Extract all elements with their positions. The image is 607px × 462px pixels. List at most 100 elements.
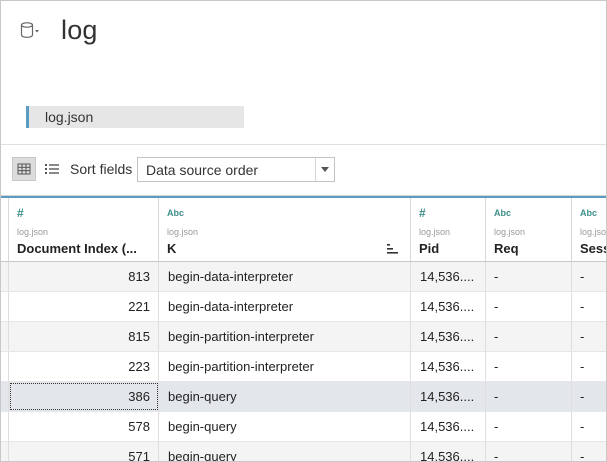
- column-header-req[interactable]: Abc log.json Req: [486, 198, 572, 261]
- cell-pid[interactable]: 14,536....: [411, 262, 486, 291]
- cell-value: 14,536....: [420, 389, 475, 404]
- cell-pid[interactable]: 14,536....: [411, 382, 486, 411]
- cell-value: 221: [128, 299, 150, 314]
- cell-document-index[interactable]: 386: [9, 382, 159, 411]
- column-source: log.json: [419, 227, 451, 237]
- column-header-k[interactable]: Abc log.json K: [159, 198, 411, 261]
- data-source-window: log log.json Sort fields Data source ord…: [0, 0, 607, 462]
- string-type-icon[interactable]: Abc: [580, 208, 597, 218]
- cell-sess[interactable]: -: [572, 352, 606, 381]
- cell-pid[interactable]: 14,536....: [411, 322, 486, 351]
- cell-value: -: [494, 299, 499, 314]
- row-stub: [1, 292, 9, 321]
- table-row[interactable]: 813 begin-data-interpreter 14,536.... - -: [1, 262, 606, 292]
- table-row[interactable]: 571 begin-query 14,536.... - -: [1, 442, 606, 461]
- cell-value: -: [580, 269, 585, 284]
- cell-value: 14,536....: [420, 299, 475, 314]
- cell-value: 815: [128, 329, 150, 344]
- cell-document-index[interactable]: 815: [9, 322, 159, 351]
- string-type-icon[interactable]: Abc: [494, 208, 511, 218]
- cell-value: begin-partition-interpreter: [168, 359, 314, 374]
- sort-ascending-icon[interactable]: [387, 242, 399, 254]
- cell-k[interactable]: begin-partition-interpreter: [159, 322, 411, 351]
- cell-pid[interactable]: 14,536....: [411, 352, 486, 381]
- row-stub: [1, 412, 9, 441]
- table-row[interactable]: 815 begin-partition-interpreter 14,536....…: [1, 322, 606, 352]
- cell-document-index[interactable]: 578: [9, 412, 159, 441]
- column-source: log.json: [494, 227, 526, 237]
- cell-sess[interactable]: -: [572, 292, 606, 321]
- cell-value: begin-partition-interpreter: [168, 329, 314, 344]
- chevron-down-icon[interactable]: [315, 158, 334, 181]
- cell-value: begin-query: [168, 449, 237, 461]
- column-source: log.json: [17, 227, 49, 237]
- column-header-document-index[interactable]: # log.json Document Index (...: [9, 198, 159, 261]
- cell-pid[interactable]: 14,536....: [411, 412, 486, 441]
- table-row[interactable]: 221 begin-data-interpreter 14,536.... - -: [1, 292, 606, 322]
- cell-req[interactable]: -: [486, 262, 572, 291]
- cell-document-index[interactable]: 223: [9, 352, 159, 381]
- cell-req[interactable]: -: [486, 352, 572, 381]
- cell-value: -: [494, 359, 499, 374]
- cell-k[interactable]: begin-data-interpreter: [159, 262, 411, 291]
- cell-pid[interactable]: 14,536....: [411, 442, 486, 461]
- column-name: Pid: [419, 241, 440, 256]
- cell-value: 386: [128, 389, 150, 404]
- column-header-sess[interactable]: Abc log.json Sess: [572, 198, 606, 261]
- cell-k[interactable]: begin-data-interpreter: [159, 292, 411, 321]
- cell-value: begin-query: [168, 419, 237, 434]
- cell-value: begin-query: [168, 389, 237, 404]
- cell-value: 14,536....: [420, 269, 475, 284]
- column-name: Sess: [580, 241, 606, 256]
- table-row[interactable]: 223 begin-partition-interpreter 14,536....…: [1, 352, 606, 382]
- data-grid: # log.json Document Index (... Abc log.j…: [1, 196, 606, 461]
- cell-value: -: [580, 299, 585, 314]
- cell-value: -: [494, 269, 499, 284]
- cell-value: 14,536....: [420, 329, 475, 344]
- cell-document-index[interactable]: 571: [9, 442, 159, 461]
- cell-k[interactable]: begin-query: [159, 412, 411, 441]
- cell-value: 14,536....: [420, 359, 475, 374]
- cell-req[interactable]: -: [486, 322, 572, 351]
- cell-k[interactable]: begin-partition-interpreter: [159, 352, 411, 381]
- cell-req[interactable]: -: [486, 442, 572, 461]
- cell-document-index[interactable]: 813: [9, 262, 159, 291]
- database-icon[interactable]: [20, 21, 42, 41]
- number-type-icon[interactable]: #: [17, 206, 24, 220]
- cell-value: -: [494, 389, 499, 404]
- grid-view-icon[interactable]: [12, 157, 36, 181]
- table-row[interactable]: 386 begin-query 14,536.... - -: [1, 382, 606, 412]
- cell-sess[interactable]: -: [572, 382, 606, 411]
- list-view-icon[interactable]: [42, 158, 64, 180]
- cell-pid[interactable]: 14,536....: [411, 292, 486, 321]
- page-title: log: [61, 15, 98, 45]
- cell-sess[interactable]: -: [572, 262, 606, 291]
- column-header-pid[interactable]: # log.json Pid: [411, 198, 486, 261]
- string-type-icon[interactable]: Abc: [167, 208, 184, 218]
- header-stub: [1, 198, 9, 261]
- cell-document-index[interactable]: 221: [9, 292, 159, 321]
- cell-k[interactable]: begin-query: [159, 442, 411, 461]
- connection-item[interactable]: log.json: [26, 106, 244, 128]
- cell-sess[interactable]: -: [572, 412, 606, 441]
- cell-value: -: [580, 419, 585, 434]
- sort-fields-dropdown[interactable]: Data source order: [137, 157, 335, 182]
- cell-k[interactable]: begin-query: [159, 382, 411, 411]
- cell-value: begin-data-interpreter: [168, 299, 294, 314]
- cell-sess[interactable]: -: [572, 322, 606, 351]
- cell-req[interactable]: -: [486, 412, 572, 441]
- row-stub: [1, 262, 9, 291]
- column-name: Req: [494, 241, 519, 256]
- grid-header: # log.json Document Index (... Abc log.j…: [1, 196, 606, 262]
- toolbar: Sort fields Data source order: [1, 144, 606, 196]
- table-row[interactable]: 578 begin-query 14,536.... - -: [1, 412, 606, 442]
- number-type-icon[interactable]: #: [419, 206, 426, 220]
- cell-value: 14,536....: [420, 449, 475, 461]
- cell-value: -: [494, 419, 499, 434]
- cell-req[interactable]: -: [486, 292, 572, 321]
- cell-value: -: [494, 449, 499, 461]
- cell-sess[interactable]: -: [572, 442, 606, 461]
- cell-req[interactable]: -: [486, 382, 572, 411]
- cell-value: -: [580, 359, 585, 374]
- cell-value: 813: [128, 269, 150, 284]
